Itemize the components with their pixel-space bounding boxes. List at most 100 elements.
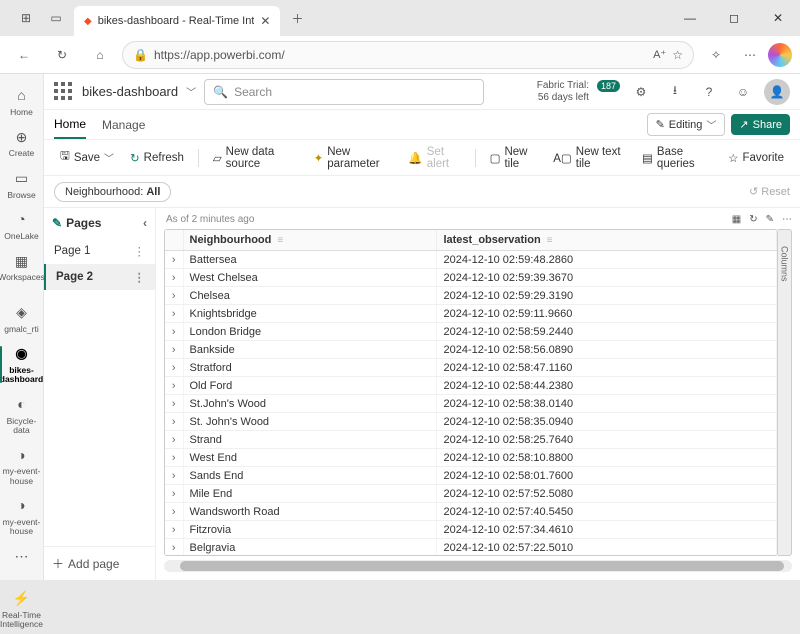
new-parameter-button[interactable]: ✦New parameter <box>308 143 399 173</box>
chevron-down-icon[interactable]: ﹀ <box>186 84 196 99</box>
help-icon[interactable]: ? <box>696 79 722 105</box>
expand-icon[interactable]: › <box>165 377 183 395</box>
table-row[interactable]: ›St. John's Wood2024-12-10 02:58:35.0940 <box>165 413 777 431</box>
refresh-visual-icon[interactable]: ↻ <box>749 214 757 225</box>
neighbourhood-filter[interactable]: Neighbourhood: All <box>54 182 171 202</box>
more-visual-icon[interactable]: ⋯ <box>782 214 792 225</box>
columns-handle[interactable]: Columns <box>778 229 792 556</box>
rail-onelake[interactable]: ◔OneLake <box>0 206 44 245</box>
table-row[interactable]: ›Sands End2024-12-10 02:58:01.7600 <box>165 467 777 485</box>
more-icon[interactable]: ⋮ <box>134 244 146 258</box>
rail-eventhouse-2[interactable]: ◑my-event-house <box>0 492 44 541</box>
minimize-button[interactable]: — <box>668 2 712 34</box>
add-page-button[interactable]: ＋Add page <box>44 546 155 580</box>
expand-icon[interactable]: › <box>165 503 183 521</box>
reset-filters-button[interactable]: ↺Reset <box>749 185 790 198</box>
col-neighbourhood[interactable]: Neighbourhood≡ <box>183 230 437 251</box>
table-row[interactable]: ›Strand2024-12-10 02:58:25.7640 <box>165 431 777 449</box>
rail-home[interactable]: ⌂Home <box>0 82 44 121</box>
search-input[interactable]: 🔍 Search <box>204 79 484 105</box>
avatar[interactable]: 👤 <box>764 79 790 105</box>
new-tab-button[interactable]: ＋ <box>284 5 310 31</box>
rail-browse[interactable]: ▭Browse <box>0 165 44 204</box>
expand-icon[interactable]: › <box>165 359 183 377</box>
table-row[interactable]: ›Fitzrovia2024-12-10 02:57:34.4610 <box>165 521 777 539</box>
rail-more[interactable]: ⋯ <box>0 543 44 573</box>
close-button[interactable]: ✕ <box>756 2 800 34</box>
rail-gmalc[interactable]: ◈gmalc_rti <box>0 299 44 338</box>
favorite-button[interactable]: ☆Favorite <box>722 148 790 168</box>
close-tab-icon[interactable]: ✕ <box>260 14 270 28</box>
reader-icon[interactable]: A⁺ <box>653 48 666 61</box>
feedback-icon[interactable]: ☺ <box>730 79 756 105</box>
expand-icon[interactable]: › <box>165 269 183 287</box>
expand-icon[interactable]: › <box>165 395 183 413</box>
expand-icon[interactable]: › <box>165 413 183 431</box>
grid-icon[interactable]: ▦ <box>732 214 741 225</box>
home-button[interactable]: ⌂ <box>84 39 116 71</box>
trial-status[interactable]: Fabric Trial:56 days left <box>537 80 589 104</box>
table-row[interactable]: ›Old Ford2024-12-10 02:58:44.2380 <box>165 377 777 395</box>
expand-icon[interactable]: › <box>165 539 183 557</box>
edit-visual-icon[interactable]: ✎ <box>766 214 774 225</box>
table-row[interactable]: ›West End2024-12-10 02:58:10.8800 <box>165 449 777 467</box>
expand-icon[interactable]: › <box>165 521 183 539</box>
menu-icon[interactable]: ⋯ <box>734 39 766 71</box>
browser-tab[interactable]: ◆ bikes-dashboard - Real-Time Int ✕ <box>74 6 280 36</box>
rail-workspaces[interactable]: ▦Workspaces <box>0 247 44 286</box>
new-data-source-button[interactable]: ▱New data source <box>207 143 304 173</box>
collapse-icon[interactable]: ‹ <box>143 216 147 230</box>
expand-icon[interactable]: › <box>165 251 183 269</box>
favorite-icon[interactable]: ☆ <box>672 48 683 62</box>
table-row[interactable]: ›London Bridge2024-12-10 02:58:59.2440 <box>165 323 777 341</box>
profile-icon[interactable]: ⊞ <box>18 10 34 26</box>
expand-icon[interactable]: › <box>165 449 183 467</box>
expand-icon[interactable]: › <box>165 287 183 305</box>
table-row[interactable]: ›Bankside2024-12-10 02:58:56.0890 <box>165 341 777 359</box>
rail-bicycle-data[interactable]: ◐Bicycle-data <box>0 391 44 440</box>
extensions-icon[interactable]: ✧ <box>700 39 732 71</box>
more-icon[interactable]: ⋮ <box>134 270 146 284</box>
rail-rti[interactable]: ⚡Real-Time Intelligence <box>0 585 44 634</box>
download-icon[interactable]: ⭳ <box>662 79 688 105</box>
table-row[interactable]: ›Wandsworth Road2024-12-10 02:57:40.5450 <box>165 503 777 521</box>
refresh-button[interactable]: ↻ <box>46 39 78 71</box>
tab-home[interactable]: Home <box>54 111 86 139</box>
back-button[interactable]: ← <box>8 39 40 71</box>
table-row[interactable]: ›Belgravia2024-12-10 02:57:22.5010 <box>165 539 777 557</box>
share-button[interactable]: ↗Share <box>731 114 790 135</box>
workspace-name[interactable]: bikes-dashboard <box>82 84 178 99</box>
tab-overview-icon[interactable]: ▭ <box>48 10 64 26</box>
column-menu-icon[interactable]: ≡ <box>547 235 553 246</box>
settings-icon[interactable]: ⚙ <box>628 79 654 105</box>
expand-icon[interactable]: › <box>165 341 183 359</box>
expand-icon[interactable]: › <box>165 485 183 503</box>
refresh-button[interactable]: ↻Refresh <box>124 148 190 168</box>
expand-icon[interactable]: › <box>165 323 183 341</box>
base-queries-button[interactable]: ▤Base queries <box>636 143 718 173</box>
expand-icon[interactable]: › <box>165 305 183 323</box>
col-latest[interactable]: latest_observation≡ <box>437 230 777 251</box>
url-input[interactable]: 🔒 https://app.powerbi.com/ A⁺ ☆ <box>122 41 694 69</box>
horizontal-scrollbar[interactable] <box>164 560 792 572</box>
editing-dropdown[interactable]: ✎Editing﹀ <box>647 113 726 136</box>
table-row[interactable]: ›Knightsbridge2024-12-10 02:59:11.9660 <box>165 305 777 323</box>
table-row[interactable]: ›Chelsea2024-12-10 02:59:29.3190 <box>165 287 777 305</box>
table-row[interactable]: ›West Chelsea2024-12-10 02:59:39.3670 <box>165 269 777 287</box>
app-launcher-icon[interactable] <box>54 82 74 102</box>
expand-icon[interactable]: › <box>165 431 183 449</box>
table-row[interactable]: ›St.John's Wood2024-12-10 02:58:38.0140 <box>165 395 777 413</box>
rail-create[interactable]: ⊕Create <box>0 123 44 162</box>
copilot-icon[interactable] <box>768 43 792 67</box>
table-row[interactable]: ›Battersea2024-12-10 02:59:48.2860 <box>165 251 777 269</box>
rail-eventhouse-1[interactable]: ◑my-event-house <box>0 441 44 490</box>
data-table[interactable]: Neighbourhood≡ latest_observation≡ ›Batt… <box>164 229 778 556</box>
table-row[interactable]: ›Stratford2024-12-10 02:58:47.1160 <box>165 359 777 377</box>
new-tile-button[interactable]: ▢New tile <box>484 143 544 173</box>
new-text-tile-button[interactable]: A▢New text tile <box>547 143 632 173</box>
column-menu-icon[interactable]: ≡ <box>277 235 283 246</box>
page-item-2[interactable]: Page 2⋮ <box>44 264 155 290</box>
expand-icon[interactable]: › <box>165 467 183 485</box>
save-button[interactable]: 🖫Save﹀ <box>54 145 120 170</box>
page-item-1[interactable]: Page 1⋮ <box>44 238 155 264</box>
